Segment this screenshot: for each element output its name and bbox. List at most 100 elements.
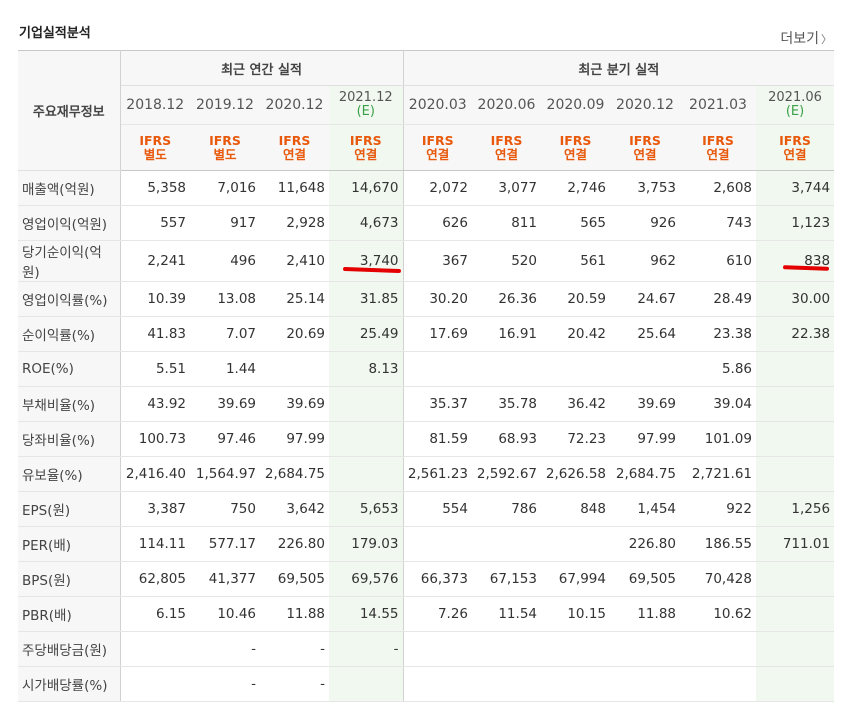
table-cell: 3,642	[260, 491, 329, 527]
table-cell: 3,753	[610, 170, 680, 206]
table-cell: 2,746	[541, 170, 610, 206]
table-cell: 97.99	[610, 421, 680, 457]
table-cell: 743	[680, 205, 756, 241]
financial-table: 주요재무정보 최근 연간 실적 최근 분기 실적 2018.12 2019.12 2…	[18, 50, 835, 702]
table-cell: 22.38	[756, 316, 835, 352]
row-label: 순이익률(%)	[18, 316, 121, 352]
table-cell: 1,123	[756, 205, 835, 241]
period-header: 2021.03	[680, 85, 756, 125]
more-link-label[interactable]: 더보기	[780, 31, 819, 47]
table-cell	[756, 561, 835, 597]
table-cell	[329, 456, 404, 492]
table-cell	[541, 631, 610, 667]
table-cell: 13.08	[190, 281, 260, 317]
table-cell	[472, 631, 541, 667]
table-cell: 69,505	[610, 561, 680, 597]
table-cell: 69,576	[329, 561, 404, 597]
table-cell	[756, 421, 835, 457]
table-cell	[680, 631, 756, 667]
table-cell: 10.39	[120, 281, 190, 317]
standard-label: IFRS	[559, 132, 592, 148]
consolidation-label: 연결	[633, 146, 657, 162]
table-cell: 3,744	[756, 170, 835, 206]
table-row: 당기순이익(억원) 2,241 496 2,410 3,740 367 520 561 962 6…	[18, 240, 835, 282]
table-cell: 917	[190, 205, 260, 241]
table-cell: 711.01	[756, 526, 835, 562]
table-cell: 3,740	[329, 240, 404, 282]
consolidation-label: 연결	[783, 146, 807, 162]
table-cell: 68.93	[472, 421, 541, 457]
table-cell: 1,256	[756, 491, 835, 527]
period-label: 2020.12	[616, 97, 674, 113]
table-cell	[472, 666, 541, 702]
table-cell	[756, 666, 835, 702]
table-cell: 36.42	[541, 386, 610, 422]
row-label: EPS(원)	[18, 491, 121, 527]
table-cell: 179.03	[329, 526, 404, 562]
period-label: 2021.03	[689, 97, 747, 113]
table-cell: 23.38	[680, 316, 756, 352]
table-cell: 4,673	[329, 205, 404, 241]
table-cell: 7.26	[403, 596, 472, 632]
table-cell: 11.88	[610, 596, 680, 632]
period-label: 2020.09	[546, 97, 605, 113]
table-row: 부채비율(%) 43.92 39.69 39.69 35.37 35.78 36.42 39.…	[18, 386, 835, 422]
table-cell: 39.04	[680, 386, 756, 422]
row-label: 영업이익률(%)	[18, 281, 121, 317]
period-label: 2020.12	[265, 97, 324, 113]
table-cell	[472, 351, 541, 387]
table-cell	[403, 666, 472, 702]
table-cell: 186.55	[680, 526, 756, 562]
table-cell: 16.91	[472, 316, 541, 352]
period-label: 2021.06	[768, 90, 822, 105]
table-row: 영업이익(억원) 557 917 2,928 4,673 626 811 565 926 743 1…	[18, 205, 835, 241]
table-cell	[610, 666, 680, 702]
table-cell: 6.15	[120, 596, 190, 632]
table-cell: 2,626.58	[541, 456, 610, 492]
table-cell: 786	[472, 491, 541, 527]
row-label: 시가배당률(%)	[18, 666, 121, 702]
row-label: 부채비율(%)	[18, 386, 121, 422]
table-cell: 557	[120, 205, 190, 241]
page-title: 기업실적분석	[19, 26, 91, 41]
table-cell	[541, 351, 610, 387]
table-cell: 41,377	[190, 561, 260, 597]
period-header: 2020.12	[260, 85, 329, 125]
accounting-standard: IFRS 연결	[403, 124, 472, 171]
table-cell: 30.00	[756, 281, 835, 317]
period-header: 2020.03	[403, 85, 472, 125]
table-cell: 626	[403, 205, 472, 241]
table-cell	[541, 666, 610, 702]
table-cell	[610, 351, 680, 387]
table-row: 당좌비율(%) 100.73 97.46 97.99 81.59 68.93 72.23 97…	[18, 421, 835, 457]
table-cell: -	[190, 666, 260, 702]
table-row: 시가배당률(%) - -	[18, 666, 835, 702]
table-cell: 226.80	[610, 526, 680, 562]
table-cell: 2,561.23	[403, 456, 472, 492]
table-cell	[756, 351, 835, 387]
row-label: 당좌비율(%)	[18, 421, 121, 457]
table-cell: 7.07	[190, 316, 260, 352]
table-cell: 14,670	[329, 170, 404, 206]
table-cell: 25.49	[329, 316, 404, 352]
more-link[interactable]: 더보기 〉	[780, 28, 832, 48]
table-cell: -	[260, 631, 329, 667]
table-cell	[329, 386, 404, 422]
table-cell: 848	[541, 491, 610, 527]
standard-label: IFRS	[779, 132, 811, 148]
estimate-marker: (E)	[785, 104, 805, 119]
table-cell: 926	[610, 205, 680, 241]
consolidation-label: 연결	[426, 146, 450, 162]
table-row: ROE(%) 5.51 1.44 8.13 5.86	[18, 351, 835, 387]
table-cell: 30.20	[403, 281, 472, 317]
corner-label: 주요재무정보	[18, 50, 121, 171]
table-cell: 35.37	[403, 386, 472, 422]
table-cell	[756, 386, 835, 422]
table-cell: 610	[680, 240, 756, 282]
period-header: 2021.06 (E)	[756, 85, 835, 125]
table-cell: 520	[472, 240, 541, 282]
table-cell: 962	[610, 240, 680, 282]
table-cell: 114.11	[120, 526, 190, 562]
table-cell: 20.42	[541, 316, 610, 352]
table-row: 주당배당금(원) - - -	[18, 631, 835, 667]
